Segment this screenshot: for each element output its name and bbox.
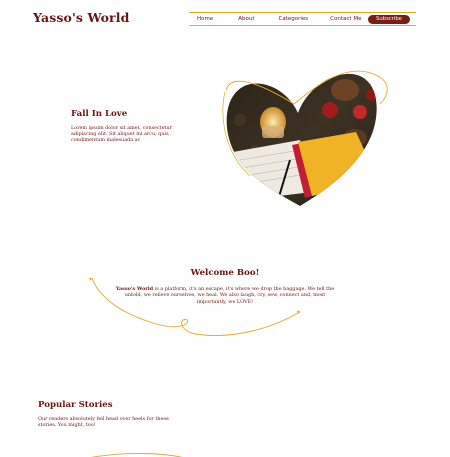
bottom-arc-line — [91, 453, 183, 457]
